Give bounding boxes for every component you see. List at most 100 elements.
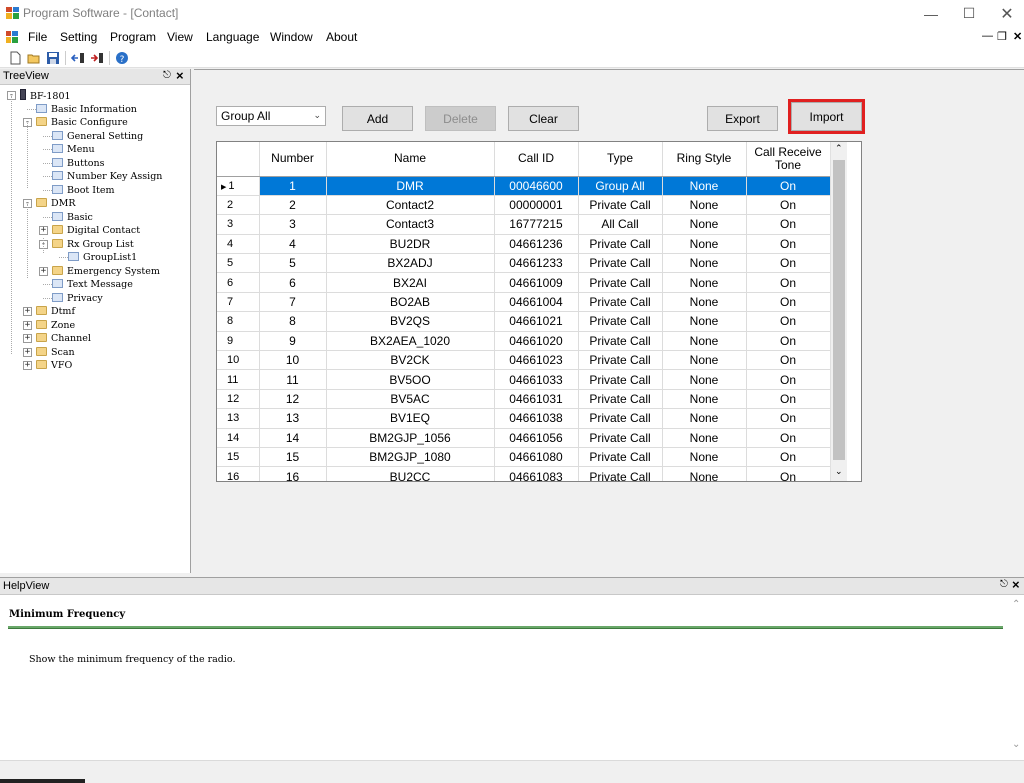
tree-node[interactable]: Digital Contact	[52, 224, 140, 238]
tree-node[interactable]: Basic	[52, 211, 93, 225]
table-row[interactable]: 11 11 BV5OO 04661033 Private Call None On	[217, 369, 831, 390]
cell-ring-style[interactable]: None	[662, 350, 747, 371]
tree-node[interactable]: Number Key Assign	[52, 170, 162, 184]
cell-call-id[interactable]: 04661004	[494, 292, 579, 313]
cell-call-receive-tone[interactable]: On	[746, 466, 831, 481]
cell-ring-style[interactable]: None	[662, 176, 747, 196]
cell-type[interactable]: Private Call	[578, 234, 663, 255]
cell-type[interactable]: Group All	[578, 176, 663, 196]
scroll-up-icon[interactable]: ⌃	[1012, 599, 1020, 610]
cell-type[interactable]: Private Call	[578, 195, 663, 216]
cell-number[interactable]: 5	[259, 253, 327, 274]
cell-call-id[interactable]: 04661020	[494, 331, 579, 352]
row-header[interactable]: 7	[217, 292, 260, 313]
cell-number[interactable]: 3	[259, 214, 327, 235]
cell-call-id[interactable]: 04661009	[494, 272, 579, 293]
cell-call-receive-tone[interactable]: On	[746, 331, 831, 352]
cell-ring-style[interactable]: None	[662, 389, 747, 410]
tree-node[interactable]: Rx Group List	[52, 238, 134, 252]
cell-name[interactable]: BX2AI	[326, 272, 495, 293]
cell-ring-style[interactable]: None	[662, 428, 747, 448]
cell-type[interactable]: Private Call	[578, 272, 663, 293]
menu-program[interactable]: Program	[110, 30, 156, 44]
cell-name[interactable]: BV2CK	[326, 350, 495, 371]
tree-node[interactable]: Boot Item	[52, 184, 114, 198]
expand-icon[interactable]: +	[39, 266, 48, 276]
row-header[interactable]: 10	[217, 350, 260, 371]
cell-call-id[interactable]: 00000001	[494, 195, 579, 216]
row-header[interactable]: 4	[217, 234, 260, 255]
cell-type[interactable]: Private Call	[578, 331, 663, 352]
open-folder-icon[interactable]	[27, 51, 41, 65]
cell-type[interactable]: All Call	[578, 214, 663, 235]
cell-type[interactable]: Private Call	[578, 408, 663, 429]
cell-call-id[interactable]: 04661033	[494, 369, 579, 390]
export-button[interactable]: Export	[707, 106, 778, 131]
expand-icon[interactable]: +	[39, 226, 48, 235]
pin-icon[interactable]: ⎋	[1000, 579, 1008, 590]
cell-ring-style[interactable]: None	[662, 311, 747, 332]
row-header[interactable]: 6	[217, 272, 260, 293]
tree-node[interactable]: DMR	[36, 197, 76, 211]
mdi-minimize-button[interactable]: —	[982, 30, 993, 42]
tree-node[interactable]: Buttons	[52, 157, 104, 171]
row-header[interactable]: 3	[217, 214, 260, 235]
cell-call-id[interactable]: 04661236	[494, 234, 579, 255]
row-header[interactable]: 16	[217, 466, 260, 481]
tree-node[interactable]: Scan	[36, 346, 75, 360]
save-icon[interactable]	[46, 51, 60, 65]
cell-call-receive-tone[interactable]: On	[746, 214, 831, 235]
cell-call-id[interactable]: 04661031	[494, 389, 579, 410]
row-header[interactable]: 14	[217, 428, 260, 448]
cell-name[interactable]: DMR	[326, 176, 495, 196]
cell-type[interactable]: Private Call	[578, 292, 663, 313]
clear-button[interactable]: Clear	[508, 106, 579, 131]
scroll-up-icon[interactable]: ⌃	[835, 143, 843, 154]
cell-call-receive-tone[interactable]: On	[746, 350, 831, 371]
table-row[interactable]: 15 15 BM2GJP_1080 04661080 Private Call None O…	[217, 447, 831, 468]
cell-call-receive-tone[interactable]: On	[746, 195, 831, 216]
cell-call-receive-tone[interactable]: On	[746, 253, 831, 274]
cell-ring-style[interactable]: None	[662, 447, 747, 468]
tree-node[interactable]: Dtmf	[36, 305, 75, 319]
table-row[interactable]: 13 13 BV1EQ 04661038 Private Call None On	[217, 408, 831, 429]
cell-call-id[interactable]: 04661056	[494, 428, 579, 448]
column-header-call-id[interactable]: Call ID	[494, 142, 579, 177]
close-panel-icon[interactable]: ×	[176, 68, 184, 83]
column-header-type[interactable]: Type	[578, 142, 663, 177]
row-header[interactable]: 15	[217, 447, 260, 468]
delete-button[interactable]: Delete	[425, 106, 496, 131]
close-window-button[interactable]: ✕	[990, 0, 1024, 27]
cell-name[interactable]: BX2ADJ	[326, 253, 495, 274]
cell-call-id[interactable]: 00046600	[494, 176, 579, 196]
expand-icon[interactable]: +	[23, 334, 32, 343]
table-scrollbar[interactable]: ⌃ ⌄	[830, 142, 847, 481]
menu-setting[interactable]: Setting	[60, 30, 97, 44]
cell-call-id[interactable]: 04661023	[494, 350, 579, 371]
mdi-restore-button[interactable]: ❐	[997, 30, 1007, 43]
cell-call-id[interactable]: 16777215	[494, 214, 579, 235]
cell-ring-style[interactable]: None	[662, 272, 747, 293]
pin-icon[interactable]: ⎋	[163, 70, 171, 81]
expand-icon[interactable]: +	[23, 320, 32, 330]
expand-icon[interactable]: +	[23, 361, 32, 370]
scroll-down-icon[interactable]: ⌄	[835, 466, 843, 477]
tree-node[interactable]: Menu	[52, 143, 95, 157]
cell-call-id[interactable]: 04661038	[494, 408, 579, 429]
cell-call-receive-tone[interactable]: On	[746, 389, 831, 410]
cell-ring-style[interactable]: None	[662, 331, 747, 352]
help-icon[interactable]: ?	[115, 51, 129, 65]
expand-icon[interactable]: +	[23, 307, 32, 316]
row-header[interactable]: ▶ 1	[217, 176, 260, 196]
tree-node[interactable]: Text Message	[52, 278, 133, 292]
cell-number[interactable]: 8	[259, 311, 327, 332]
cell-type[interactable]: Private Call	[578, 428, 663, 448]
cell-type[interactable]: Private Call	[578, 447, 663, 468]
cell-call-receive-tone[interactable]: On	[746, 369, 831, 390]
cell-type[interactable]: Private Call	[578, 350, 663, 371]
row-header[interactable]: 12	[217, 389, 260, 410]
read-from-radio-icon[interactable]	[71, 51, 85, 65]
menu-view[interactable]: View	[167, 30, 193, 44]
new-file-icon[interactable]	[8, 51, 22, 65]
cell-number[interactable]: 7	[259, 292, 327, 313]
